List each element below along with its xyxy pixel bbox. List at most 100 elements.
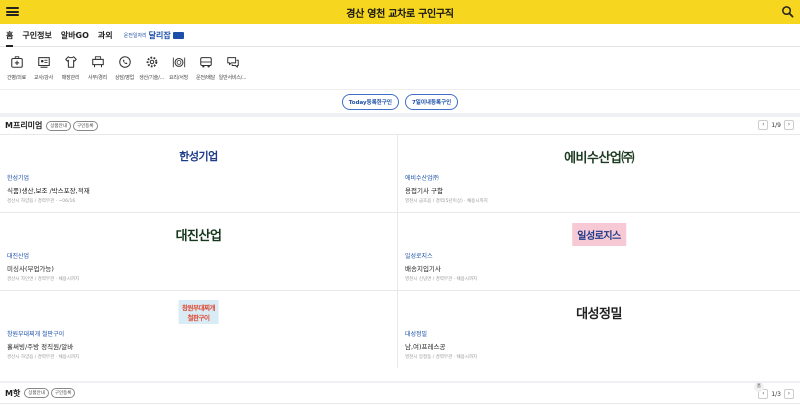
job-meta: 영천시 망정동 / 경력무관 · 채용시까지: [405, 355, 478, 360]
logo-text-top: 창원부대찌개: [182, 304, 215, 312]
premium-section-header: M프리미엄 상품안내 구인등록 ‹ 1/9 ›: [0, 117, 800, 134]
premium-card-grid: 한성기업 한성기업 식품)생산,보조 /박스포장,적재 경산시 하양읍 / 경력…: [0, 134, 800, 368]
dish-icon: [172, 57, 185, 68]
today-jobs-button[interactable]: Today등록한구인: [341, 93, 399, 110]
hot-card-strip: [0, 403, 800, 414]
job-meta: 영천시 금호읍 / 경력(5년이상) · 채용시까지: [405, 199, 488, 204]
logo-text: 한성기업: [179, 150, 218, 163]
register-job-button[interactable]: 구인등록: [50, 388, 76, 398]
company-name: 에비수산업㈜: [405, 175, 439, 182]
category-medical[interactable]: 간병/의료: [3, 47, 30, 89]
job-card[interactable]: 대진산업 대진산업 미싱사(부업가능) 경산시 자인면 / 경력무관 · 채용시…: [0, 212, 398, 290]
company-logo: 일성로지스: [572, 222, 626, 246]
category-store[interactable]: 매장관리: [57, 47, 84, 89]
app-title: 경산 영천 교차로 구인구직: [346, 8, 454, 20]
job-meta: 경산시 하양읍 / 경력무관 · 채용시까지: [7, 355, 80, 360]
category-label: 운전/배달: [195, 75, 216, 81]
quick-filter-bar: Today등록한구인 7일이내등록구인: [0, 89, 800, 113]
category-label: 상담/영업: [114, 75, 135, 81]
main-nav: 홈 구인정보 알바GO 과외 운전일자리 달리잡: [0, 24, 800, 47]
logo-text: 대성정밀: [576, 306, 622, 322]
company-logo: 에비수산업㈜: [564, 144, 634, 168]
hot-pager: ‹ 1/3 ›: [758, 389, 794, 399]
register-job-button[interactable]: 구인등록: [72, 120, 98, 131]
shirt-icon: [64, 56, 77, 68]
product-info-button[interactable]: 상품안내: [24, 388, 49, 398]
job-card[interactable]: 에비수산업㈜ 에비수산업㈜ 용접기사 구함 영천시 금호읍 / 경력(5년이상)…: [398, 134, 800, 212]
section-title: M핫: [5, 388, 21, 398]
company-logo: 대진산업: [176, 222, 222, 246]
gear-icon: [146, 56, 157, 68]
job-title: 배송지입기사: [405, 265, 441, 273]
category-production[interactable]: 생산/기술/...: [138, 47, 165, 89]
week-jobs-button[interactable]: 7일이내등록구인: [404, 93, 459, 110]
medical-bag-icon: [10, 56, 23, 68]
company-name: 대진산업: [7, 253, 30, 260]
logo-text-bottom: 철판구이: [187, 314, 210, 322]
job-title: 식품)생산,보조 /박스포장,적재: [7, 187, 90, 195]
category-sales[interactable]: 상담/영업: [111, 47, 138, 89]
page-count: 1/9: [771, 121, 781, 129]
category-label: 매장관리: [61, 75, 80, 81]
category-cooking[interactable]: 요리/서빙: [165, 47, 192, 89]
chevron-right-icon[interactable]: ›: [784, 389, 794, 399]
job-title: 남,여)프레스공: [405, 343, 446, 351]
chevron-right-icon[interactable]: ›: [784, 120, 794, 130]
job-card[interactable]: 창원부대찌개 철판구이 창원부대찌개 철판구이 홀써빙/주방 정직원/알바 경산…: [0, 290, 398, 368]
category-bar: 간병/의료 교사/강사 매장관리 사무/경리 상담/영업 생산/기술/... 요…: [0, 47, 800, 89]
company-name: 한성기업: [7, 175, 30, 182]
company-logo: 한성기업: [179, 144, 218, 168]
page-count: 1/3: [771, 390, 781, 398]
company-logo: 대성정밀: [576, 300, 622, 324]
company-name: 창원부대찌개 철판구이: [7, 331, 65, 338]
promo-small-text: 운전일자리: [123, 32, 147, 39]
category-teacher[interactable]: 교사/강사: [30, 47, 57, 89]
chat-bubble-icon: [226, 57, 239, 68]
company-name: 대성정밀: [405, 331, 428, 338]
tab-job-info[interactable]: 구인정보: [22, 30, 51, 41]
promo-big-text: 달리잡: [148, 30, 171, 40]
category-label: 교사/강사: [33, 75, 54, 81]
logo-text: 일성로지스: [572, 222, 626, 246]
category-office[interactable]: 사무/경리: [84, 47, 111, 89]
search-icon[interactable]: [781, 5, 794, 18]
top-bar: 경산 영천 교차로 구인구직: [0, 0, 800, 24]
job-title: 용접기사 구함: [405, 187, 443, 195]
job-title: 미싱사(부업가능): [7, 265, 54, 273]
company-name: 일성로지스: [405, 253, 433, 260]
premium-section: M프리미엄 상품안내 구인등록 ‹ 1/9 › 한성기업 한성기업 식품)생산,…: [0, 117, 800, 381]
job-meta: 경산시 자인면 / 경력무관 · 채용시까지: [7, 277, 80, 282]
home-float-button[interactable]: 홈: [754, 382, 764, 392]
product-info-button[interactable]: 상품안내: [46, 120, 71, 131]
category-service[interactable]: 일반서비스/...: [218, 47, 247, 89]
logo-text: 에비수산업㈜: [564, 150, 634, 166]
job-meta: 영천시 신녕면 / 경력무관 · 채용시까지: [405, 277, 478, 282]
phone-chat-icon: [118, 56, 131, 68]
truck-icon: [172, 31, 184, 39]
hamburger-menu-icon[interactable]: [6, 5, 19, 18]
truck-icon: [199, 57, 212, 68]
category-label: 일반서비스/...: [218, 75, 247, 81]
logo-text: 대진산업: [175, 228, 222, 244]
job-card[interactable]: 대성정밀 대성정밀 남,여)프레스공 영천시 망정동 / 경력무관 · 채용시까…: [398, 290, 800, 368]
teacher-icon: [37, 57, 50, 68]
tab-home[interactable]: 홈: [6, 30, 14, 47]
category-driving[interactable]: 운전/배달: [192, 47, 219, 89]
category-label: 요리/서빙: [168, 75, 189, 81]
office-icon: [91, 56, 104, 68]
premium-pager: ‹ 1/9 ›: [758, 120, 794, 130]
chevron-left-icon[interactable]: ‹: [758, 120, 769, 130]
tab-tutoring[interactable]: 과외: [98, 30, 113, 41]
job-card[interactable]: 일성로지스 일성로지스 배송지입기사 영천시 신녕면 / 경력무관 · 채용시까…: [398, 212, 800, 290]
job-title: 홀써빙/주방 정직원/알바: [7, 343, 74, 351]
driver-job-promo-link[interactable]: 운전일자리 달리잡: [124, 30, 184, 41]
tab-albago[interactable]: 알바GO: [61, 30, 89, 41]
hot-section-header: M핫 상품안내 구인등록 ‹ 1/3 ›: [0, 383, 800, 403]
category-label: 생산/기술/...: [139, 75, 164, 81]
job-card[interactable]: 한성기업 한성기업 식품)생산,보조 /박스포장,적재 경산시 하양읍 / 경력…: [0, 134, 398, 212]
category-label: 간병/의료: [6, 75, 27, 81]
job-meta: 경산시 하양읍 / 경력무관 · ~06/16: [7, 199, 76, 204]
category-label: 사무/경리: [87, 75, 108, 81]
section-title: M프리미엄: [5, 121, 43, 130]
company-logo: 창원부대찌개 철판구이: [178, 300, 219, 324]
